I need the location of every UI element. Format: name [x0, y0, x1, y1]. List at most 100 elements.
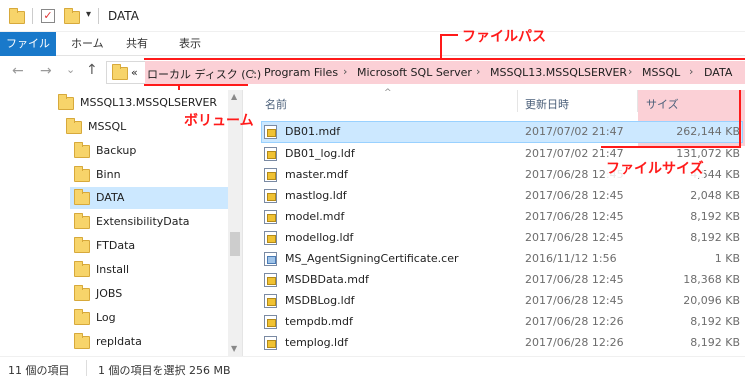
- divider: [32, 8, 33, 24]
- breadcrumb-sql-server[interactable]: Microsoft SQL Server: [357, 66, 472, 79]
- file-name: DB01.mdf: [285, 125, 341, 138]
- tab-home[interactable]: ホーム: [71, 32, 104, 56]
- folder-icon: [74, 261, 90, 277]
- file-date: 2017/06/28 12:45: [525, 294, 624, 307]
- back-arrow-icon[interactable]: ←: [12, 63, 24, 79]
- file-date: 2017/06/28 12:45: [525, 273, 624, 286]
- nav-scrollbar-thumb[interactable]: [230, 232, 240, 256]
- folder-icon: [9, 8, 25, 24]
- file-date: 2017/06/28 12:45: [525, 189, 624, 202]
- breadcrumb-separator-icon[interactable]: ›: [476, 65, 480, 78]
- status-item-count: 11 個の項目: [8, 364, 70, 377]
- ribbon-tabs: ファイル ホーム 共有 表示: [0, 32, 745, 56]
- file-row[interactable]: model.mdf 2017/06/28 12:45 8,192 KB: [264, 206, 742, 228]
- sidebar-item-label: FTData: [96, 239, 136, 252]
- file-row[interactable]: MSDBData.mdf 2017/06/28 12:45 18,368 KB: [264, 269, 742, 291]
- file-row[interactable]: templog.ldf 2017/06/28 12:26 8,192 KB: [264, 332, 742, 354]
- folder-icon: [74, 285, 90, 301]
- file-row[interactable]: mastlog.ldf 2017/06/28 12:45 2,048 KB: [264, 185, 742, 207]
- file-name: DB01_log.ldf: [285, 147, 355, 160]
- divider: [98, 8, 99, 24]
- folder-icon: [58, 94, 74, 110]
- database-file-icon: [264, 294, 277, 308]
- file-date: 2017/07/02 21:47: [525, 125, 624, 138]
- breadcrumb-mssql[interactable]: MSSQL: [642, 66, 680, 79]
- database-file-icon: [264, 168, 277, 182]
- breadcrumb-program-files[interactable]: Program Files: [264, 66, 338, 79]
- up-arrow-icon[interactable]: ↑: [86, 62, 98, 78]
- file-date: 2017/06/28 12:26: [525, 336, 624, 349]
- window-title: DATA: [108, 9, 139, 23]
- file-name: MSDBData.mdf: [285, 273, 369, 286]
- file-name: model.mdf: [285, 210, 345, 223]
- annotation-volume-label: ボリューム: [184, 113, 254, 129]
- tab-file[interactable]: ファイル: [0, 32, 56, 56]
- file-name: tempdb.mdf: [285, 315, 353, 328]
- file-date: 2016/11/12 1:56: [525, 252, 617, 265]
- breadcrumb-mssql13[interactable]: MSSQL13.MSSQLSERVER: [490, 66, 627, 79]
- sidebar-item-label: DATA: [96, 191, 125, 204]
- breadcrumb-separator-icon[interactable]: ›: [251, 65, 255, 78]
- file-row[interactable]: MSDBLog.ldf 2017/06/28 12:45 20,096 KB: [264, 290, 742, 312]
- file-name: master.mdf: [285, 168, 348, 181]
- overflow-chevron[interactable]: «: [131, 66, 138, 79]
- column-divider[interactable]: [637, 90, 638, 112]
- database-file-icon: [264, 210, 277, 224]
- column-divider[interactable]: [517, 90, 518, 112]
- sidebar-item-label: MSSQL: [88, 120, 127, 133]
- folder-icon: [74, 333, 90, 349]
- sidebar-item-label: Log: [96, 311, 116, 324]
- folder-icon: [74, 237, 90, 253]
- database-file-icon: [264, 125, 277, 139]
- sidebar-item-label: JOBS: [96, 287, 123, 300]
- database-file-icon: [264, 231, 277, 245]
- file-name: modellog.ldf: [285, 231, 354, 244]
- sidebar-item-label: Binn: [96, 168, 121, 181]
- file-row[interactable]: tempdb.mdf 2017/06/28 12:26 8,192 KB: [264, 311, 742, 333]
- file-row[interactable]: modellog.ldf 2017/06/28 12:45 8,192 KB: [264, 227, 742, 249]
- tab-view[interactable]: 表示: [179, 32, 201, 56]
- divider: [86, 360, 87, 376]
- column-header-size[interactable]: サイズ: [646, 96, 679, 112]
- annotation-path-connector: [440, 34, 458, 36]
- file-date: 2017/06/28 12:45: [525, 210, 624, 223]
- quick-access-dropdown-icon[interactable]: ▾: [86, 9, 91, 20]
- breadcrumb-separator-icon[interactable]: ›: [689, 65, 693, 78]
- file-row[interactable]: DB01.mdf 2017/07/02 21:47 262,144 KB: [264, 121, 742, 143]
- breadcrumb-local-disk[interactable]: ローカル ディスク (C:): [147, 66, 261, 82]
- file-size: 8,192 KB: [690, 315, 740, 328]
- recent-locations-icon[interactable]: ⌄: [66, 63, 75, 76]
- file-size: 8,192 KB: [690, 210, 740, 223]
- annotation-filesize-label: ファイルサイズ: [606, 158, 704, 178]
- annotation-volume-underline: [144, 84, 248, 86]
- file-size: 1 KB: [714, 252, 740, 265]
- column-header-date[interactable]: 更新日時: [525, 96, 569, 112]
- file-name: mastlog.ldf: [285, 189, 347, 202]
- new-folder-icon[interactable]: [64, 8, 80, 24]
- folder-icon: [74, 213, 90, 229]
- annotation-path-underline: [144, 58, 745, 60]
- folder-icon: [74, 189, 90, 205]
- database-file-icon: [264, 336, 277, 350]
- file-size: 20,096 KB: [683, 294, 740, 307]
- file-size: 2,048 KB: [690, 189, 740, 202]
- annotation-size-underline: [601, 146, 741, 148]
- scroll-down-icon[interactable]: ▼: [231, 344, 237, 353]
- breadcrumb-separator-icon[interactable]: ›: [343, 65, 347, 78]
- folder-icon: [74, 166, 90, 182]
- folder-icon: [112, 64, 128, 80]
- sidebar-item-label: ExtensibilityData: [96, 215, 190, 228]
- file-name: MSDBLog.ldf: [285, 294, 355, 307]
- status-selection: 1 個の項目を選択 256 MB: [98, 364, 231, 377]
- title-bar: ✓ ▾ DATA: [0, 0, 745, 32]
- file-row[interactable]: MS_AgentSigningCertificate.cer 2016/11/12…: [264, 248, 742, 270]
- tab-share[interactable]: 共有: [126, 32, 148, 56]
- annotation-filepath-label: ファイルパス: [462, 29, 546, 45]
- scroll-up-icon[interactable]: ▲: [231, 92, 237, 101]
- column-header-name[interactable]: 名前: [265, 96, 287, 112]
- breadcrumb-data[interactable]: DATA: [704, 66, 732, 79]
- forward-arrow-icon[interactable]: →: [40, 63, 52, 79]
- sidebar-item-label: repldata: [96, 335, 142, 348]
- properties-icon[interactable]: ✓: [41, 9, 55, 23]
- breadcrumb-separator-icon[interactable]: ›: [628, 65, 632, 78]
